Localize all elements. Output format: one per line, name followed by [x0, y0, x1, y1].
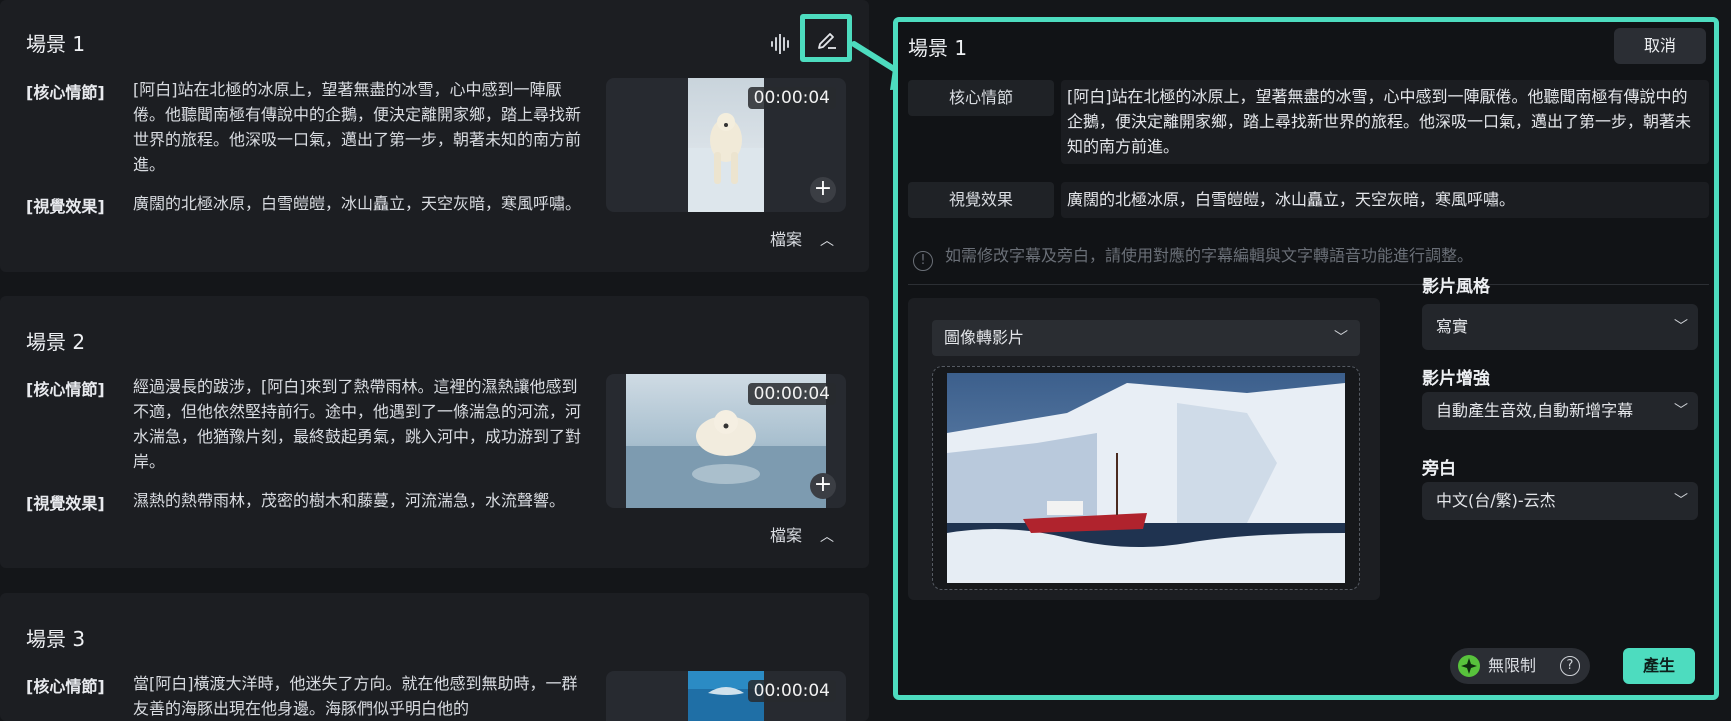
mode-select-value: 圖像轉影片	[944, 328, 1025, 347]
hint-text: ! 如需修改字幕及旁白，請使用對應的字幕編輯與文字轉語音功能進行調整。	[913, 242, 1473, 271]
core-plot-text: [阿白]站在北極的冰原上，望著無盡的冰雪，心中感到一陣厭倦。他聽聞南極有傳說中的…	[133, 80, 582, 174]
question-icon[interactable]: ?	[1560, 656, 1580, 676]
video-style-value: 寫實	[1436, 317, 1469, 336]
video-enhance-select[interactable]: 自動產生音效,自動新增字幕 ﹀	[1422, 392, 1698, 430]
scene-list: 場景 1 [核心情節] [阿白]站在北極的冰原上，望著無盡的冰雪，心中感到一陣厭…	[0, 0, 869, 721]
core-plot-input[interactable]: [阿白]站在北極的冰原上，望著無盡的冰雪，心中感到一陣厭倦。他聽聞南極有傳說中的…	[1061, 80, 1709, 164]
plus-icon[interactable]: +	[810, 177, 836, 203]
chevron-down-icon: ﹀	[1674, 403, 1688, 419]
narration-label: 旁白	[1422, 459, 1456, 479]
divider	[908, 284, 1709, 285]
file-toggle[interactable]: 檔案 ︿	[770, 226, 834, 250]
chevron-down-icon: ﹀	[1674, 493, 1688, 509]
mode-select[interactable]: 圖像轉影片 ﹀	[932, 320, 1360, 356]
narration-value: 中文(台/繁)-云杰	[1436, 491, 1556, 510]
hint-message: 如需修改字幕及旁白，請使用對應的字幕編輯與文字轉語音功能進行調整。	[945, 246, 1474, 265]
scene-thumbnail[interactable]: 00:00:04	[606, 671, 846, 721]
core-plot-text: 經過漫長的跋涉，[阿白]來到了熱帶雨林。這裡的濕熱讓他感到不適，但他依然堅持前行…	[133, 377, 582, 471]
visual-effect-label: [視覺效果]	[26, 494, 105, 513]
editor-title: 場景 1	[908, 36, 968, 60]
media-card: 圖像轉影片 ﹀	[908, 298, 1380, 600]
video-enhance-value: 自動產生音效,自動新增字幕	[1436, 401, 1634, 420]
scene-thumbnail[interactable]: 00:00:04 +	[606, 78, 846, 212]
video-style-label: 影片風格	[1422, 277, 1490, 297]
cancel-button[interactable]: 取消	[1614, 28, 1706, 64]
scene-title: 場景 3	[26, 627, 86, 651]
core-plot-label: [核心情節]	[26, 677, 105, 696]
core-plot-label: [核心情節]	[26, 83, 105, 102]
duration-badge: 00:00:04	[747, 680, 836, 702]
generate-button[interactable]: 產生	[1623, 648, 1695, 684]
narration-select[interactable]: 中文(台/繁)-云杰 ﹀	[1422, 482, 1698, 520]
core-plot-text: 當[阿白]橫渡大洋時，他迷失了方向。就在他感到無助時，一群友善的海豚出現在他身邊…	[133, 674, 578, 718]
scene-thumbnail[interactable]: 00:00:04 +	[606, 374, 846, 508]
visual-effect-input[interactable]: 廣闊的北極冰原，白雪皚皚，冰山矗立，天空灰暗，寒風呼嘯。	[1061, 182, 1709, 218]
duration-badge: 00:00:04	[747, 383, 836, 405]
visual-effect-text: 濕熱的熱帶雨林，茂密的樹木和藤蔓，河流湍急，水流聲響。	[133, 491, 566, 510]
visual-effect-label: [視覺效果]	[26, 197, 105, 216]
edit-pencil-icon	[818, 33, 836, 49]
chevron-up-icon: ︿	[820, 529, 835, 545]
visual-effect-label: 視覺效果	[908, 182, 1054, 218]
scene-title: 場景 2	[26, 330, 86, 354]
chevron-up-icon: ︿	[820, 233, 835, 249]
plus-icon[interactable]: +	[810, 473, 836, 499]
file-label: 檔案	[770, 526, 803, 545]
file-label: 檔案	[770, 230, 803, 249]
scene-card-1[interactable]: 場景 1 [核心情節] [阿白]站在北極的冰原上，望著無盡的冰雪，心中感到一陣厭…	[0, 0, 869, 272]
scene-editor-panel: 場景 1 取消 核心情節 [阿白]站在北極的冰原上，望著無盡的冰雪，心中感到一陣…	[893, 17, 1719, 700]
duration-badge: 00:00:04	[747, 87, 836, 109]
file-toggle[interactable]: 檔案 ︿	[770, 522, 834, 546]
video-style-select[interactable]: 寫實 ﹀	[1422, 304, 1698, 350]
chevron-down-icon: ﹀	[1674, 319, 1688, 335]
visual-effect-text: 廣闊的北極冰原，白雪皚皚，冰山矗立，天空灰暗，寒風呼嘯。	[133, 194, 582, 213]
chevron-down-icon: ﹀	[1334, 330, 1348, 346]
sparkle-gem-icon	[1458, 655, 1480, 677]
waveform-icon[interactable]	[770, 34, 792, 54]
edit-button[interactable]	[800, 14, 852, 62]
credit-label: 無限制	[1488, 656, 1537, 675]
scene-card-3[interactable]: 場景 3 [核心情節] 當[阿白]橫渡大洋時，他迷失了方向。就在他感到無助時，一…	[0, 593, 869, 721]
iceberg-boat-image	[947, 373, 1345, 583]
scene-card-2[interactable]: 場景 2 [核心情節] 經過漫長的跋涉，[阿白]來到了熱帶雨林。這裡的濕熱讓他感…	[0, 296, 869, 568]
credit-indicator[interactable]: 無限制 ?	[1450, 648, 1590, 684]
video-enhance-label: 影片增強	[1422, 369, 1490, 389]
core-plot-label: [核心情節]	[26, 380, 105, 399]
info-icon: !	[913, 251, 933, 271]
image-drop-area[interactable]	[932, 366, 1360, 590]
core-plot-label: 核心情節	[908, 80, 1054, 116]
scene-title: 場景 1	[26, 32, 86, 56]
